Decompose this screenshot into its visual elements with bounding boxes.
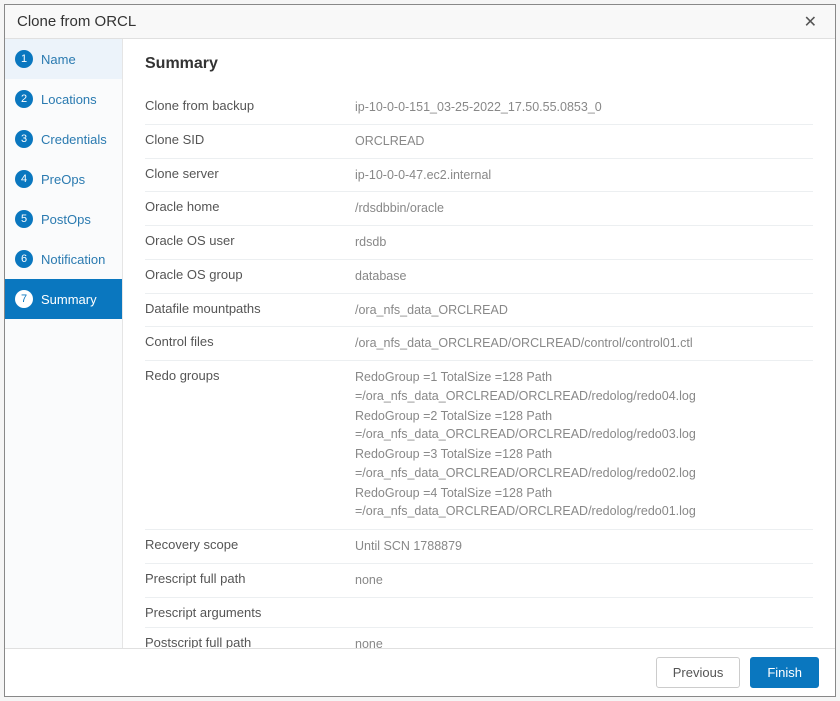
step-number-icon: 3 [15, 130, 33, 148]
row-label: Recovery scope [145, 537, 355, 552]
wizard-sidebar: 1 Name 2 Locations 3 Credentials 4 PreOps 5 PostO… [5, 39, 123, 648]
page-title: Summary [145, 55, 813, 73]
step-number-icon: 2 [15, 90, 33, 108]
summary-row: Control files/ora_nfs_data_ORCLREAD/ORCL… [145, 327, 813, 361]
step-label: Credentials [41, 132, 107, 147]
finish-button[interactable]: Finish [750, 657, 819, 688]
row-label: Clone from backup [145, 98, 355, 113]
summary-row: Clone from backupip-10-0-0-151_03-25-202… [145, 91, 813, 125]
row-value: /ora_nfs_data_ORCLREAD [355, 301, 813, 320]
step-label: Summary [41, 292, 97, 307]
step-preops[interactable]: 4 PreOps [5, 159, 122, 199]
step-label: Notification [41, 252, 105, 267]
row-label: Datafile mountpaths [145, 301, 355, 316]
row-value: ip-10-0-0-151_03-25-2022_17.50.55.0853_0 [355, 98, 813, 117]
row-value: ip-10-0-0-47.ec2.internal [355, 166, 813, 185]
step-number-icon: 1 [15, 50, 33, 68]
row-value: /ora_nfs_data_ORCLREAD/ORCLREAD/control/… [355, 334, 813, 353]
row-label: Postscript full path [145, 635, 355, 649]
step-summary[interactable]: 7 Summary [5, 279, 122, 319]
step-label: PreOps [41, 172, 85, 187]
summary-row: Oracle OS groupdatabase [145, 260, 813, 294]
summary-row: Prescript arguments [145, 598, 813, 628]
step-locations[interactable]: 2 Locations [5, 79, 122, 119]
step-number-icon: 5 [15, 210, 33, 228]
step-credentials[interactable]: 3 Credentials [5, 119, 122, 159]
summary-row: Postscript full pathnone [145, 628, 813, 649]
row-value: none [355, 571, 813, 590]
row-label: Prescript arguments [145, 605, 355, 620]
close-icon[interactable]: ✕ [798, 10, 823, 34]
row-label: Oracle OS group [145, 267, 355, 282]
summary-row: Datafile mountpaths/ora_nfs_data_ORCLREA… [145, 294, 813, 328]
row-value: /rdsdbbin/oracle [355, 199, 813, 218]
step-number-icon: 7 [15, 290, 33, 308]
step-label: PostOps [41, 212, 91, 227]
summary-row: Clone serverip-10-0-0-47.ec2.internal [145, 159, 813, 193]
summary-row: Redo groupsRedoGroup =1 TotalSize =128 P… [145, 361, 813, 530]
step-postops[interactable]: 5 PostOps [5, 199, 122, 239]
summary-row: Oracle home/rdsdbbin/oracle [145, 192, 813, 226]
row-label: Oracle home [145, 199, 355, 214]
row-label: Oracle OS user [145, 233, 355, 248]
step-number-icon: 4 [15, 170, 33, 188]
row-label: Clone server [145, 166, 355, 181]
previous-button[interactable]: Previous [656, 657, 741, 688]
main-panel: Summary Clone from backupip-10-0-0-151_0… [123, 39, 835, 648]
step-label: Name [41, 52, 76, 67]
step-notification[interactable]: 6 Notification [5, 239, 122, 279]
summary-rows: Clone from backupip-10-0-0-151_03-25-202… [145, 91, 813, 648]
row-label: Control files [145, 334, 355, 349]
clone-dialog: Clone from ORCL ✕ 1 Name 2 Locations 3 Creden… [4, 4, 836, 697]
dialog-title: Clone from ORCL [17, 13, 136, 30]
summary-row: Prescript full pathnone [145, 564, 813, 598]
row-label: Redo groups [145, 368, 355, 383]
row-label: Prescript full path [145, 571, 355, 586]
summary-row: Recovery scopeUntil SCN 1788879 [145, 530, 813, 564]
step-number-icon: 6 [15, 250, 33, 268]
step-label: Locations [41, 92, 97, 107]
row-value: ORCLREAD [355, 132, 813, 151]
dialog-body: 1 Name 2 Locations 3 Credentials 4 PreOps 5 PostO… [5, 39, 835, 648]
summary-row: Clone SIDORCLREAD [145, 125, 813, 159]
step-name[interactable]: 1 Name [5, 39, 122, 79]
row-value: database [355, 267, 813, 286]
summary-row: Oracle OS userrdsdb [145, 226, 813, 260]
row-value: Until SCN 1788879 [355, 537, 813, 556]
row-value: none [355, 635, 813, 649]
row-value: rdsdb [355, 233, 813, 252]
footer: Previous Finish [5, 648, 835, 696]
titlebar: Clone from ORCL ✕ [5, 5, 835, 39]
row-value: RedoGroup =1 TotalSize =128 Path =/ora_n… [355, 368, 813, 522]
row-label: Clone SID [145, 132, 355, 147]
